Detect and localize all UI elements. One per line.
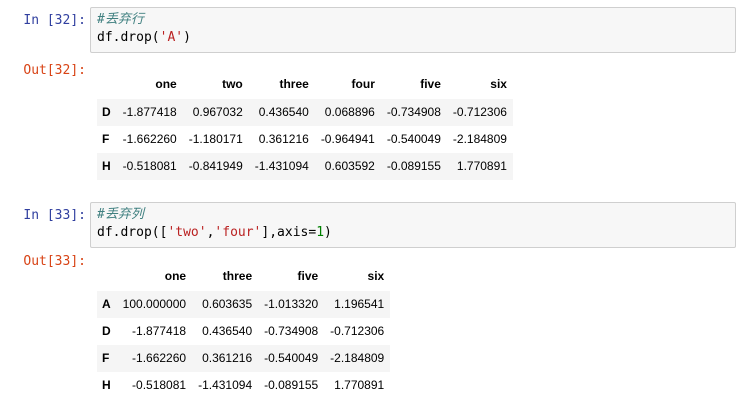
code-comment: #丢弃列	[97, 207, 144, 222]
row-index-label: D	[102, 324, 111, 338]
input-prompt: In [32]:	[23, 13, 86, 28]
table-cell: 0.068896	[324, 105, 375, 119]
column-header: four	[351, 77, 375, 91]
table-row: D -1.877418 0.436540 -0.734908 -0.712306	[97, 318, 391, 345]
column-header: five	[420, 77, 441, 91]
code-cell-input[interactable]: #丢弃列 df.drop(['two','four'],axis=1)	[90, 202, 736, 248]
column-header: two	[222, 77, 243, 91]
dataframe-output-table: one two three four five six D -1.877418 0.96703…	[97, 69, 513, 180]
table-cell: 0.603635	[202, 297, 253, 311]
table-cell: -0.089155	[264, 378, 319, 392]
table-cell: 0.436540	[258, 105, 309, 119]
code-string: 'A'	[159, 30, 184, 45]
table-cell: -0.089155	[386, 159, 441, 173]
table-cell: 0.436540	[202, 324, 253, 338]
table-cell: -1.662260	[132, 351, 187, 365]
table-header-row: one three five six	[97, 261, 390, 291]
code-string: 'four'	[214, 225, 262, 240]
table-cell: -1.431094	[198, 378, 253, 392]
row-index-label: F	[102, 351, 110, 365]
table-row: A 100.000000 0.603635 -1.013320 1.196541	[97, 291, 391, 318]
code-text: )	[324, 225, 332, 240]
table-cell: -1.431094	[254, 159, 309, 173]
column-header: six	[367, 269, 385, 283]
table-cell: -2.184809	[452, 132, 507, 146]
index-header-blank	[97, 69, 117, 99]
row-index-label: A	[102, 297, 111, 311]
table-cell: 0.967032	[192, 105, 243, 119]
table-cell: 100.000000	[122, 297, 187, 311]
column-header: three	[279, 77, 309, 91]
code-text: df.drop([	[97, 225, 168, 240]
code-text: df.drop(	[97, 30, 160, 45]
column-header: six	[490, 77, 507, 91]
table-row: H -0.518081 -1.431094 -0.089155 1.770891	[97, 372, 391, 399]
table-cell: -0.734908	[264, 324, 319, 338]
index-header-blank	[97, 261, 117, 291]
row-index-label: H	[102, 159, 111, 173]
table-cell: -1.662260	[122, 132, 177, 146]
column-header: five	[297, 269, 319, 283]
row-index-label: F	[102, 132, 110, 146]
table-cell: 1.770891	[334, 378, 385, 392]
input-prompt: In [33]:	[23, 208, 86, 223]
output-prompt: Out[33]:	[23, 254, 86, 269]
table-cell: 0.603592	[324, 159, 375, 173]
table-cell: -1.877418	[122, 105, 177, 119]
table-cell: -0.734908	[386, 105, 441, 119]
row-index-label: H	[102, 378, 111, 392]
table-cell: 1.196541	[334, 297, 385, 311]
table-cell: -1.877418	[132, 324, 187, 338]
table-header-row: one two three four five six	[97, 69, 513, 99]
code-number: 1	[316, 225, 325, 240]
column-header: three	[222, 269, 253, 283]
code-cell-input[interactable]: #丢弃行 df.drop('A')	[90, 7, 736, 53]
table-row: F -1.662260 -1.180171 0.361216 -0.964941 -0.5…	[97, 126, 513, 153]
column-header: one	[155, 77, 177, 91]
row-index-label: D	[102, 105, 111, 119]
table-cell: -1.013320	[264, 297, 319, 311]
table-row: H -0.518081 -0.841949 -1.431094 0.603592 -0.0…	[97, 153, 513, 180]
table-cell: 0.361216	[202, 351, 253, 365]
table-cell: -0.712306	[452, 105, 507, 119]
table-row: D -1.877418 0.967032 0.436540 0.068896 -0.734…	[97, 99, 513, 126]
dataframe-output-table: one three five six A 100.000000 0.603635 -1.01…	[97, 261, 391, 399]
code-string: 'two'	[167, 225, 207, 240]
table-cell: -0.540049	[264, 351, 319, 365]
table-cell: 0.361216	[258, 132, 309, 146]
table-cell: -0.518081	[122, 159, 177, 173]
table-cell: -0.841949	[188, 159, 243, 173]
table-cell: -1.180171	[188, 132, 243, 146]
output-prompt: Out[32]:	[23, 63, 86, 78]
code-text: )	[183, 30, 191, 45]
code-comment: #丢弃行	[97, 12, 144, 27]
table-cell: -0.540049	[386, 132, 441, 146]
table-cell: -0.518081	[132, 378, 187, 392]
column-header: one	[164, 269, 187, 283]
table-cell: -0.712306	[330, 324, 385, 338]
table-row: F -1.662260 0.361216 -0.540049 -2.184809	[97, 345, 391, 372]
table-cell: 1.770891	[456, 159, 507, 173]
code-text: ],axis=	[261, 225, 317, 240]
table-cell: -0.964941	[320, 132, 375, 146]
table-cell: -2.184809	[330, 351, 385, 365]
